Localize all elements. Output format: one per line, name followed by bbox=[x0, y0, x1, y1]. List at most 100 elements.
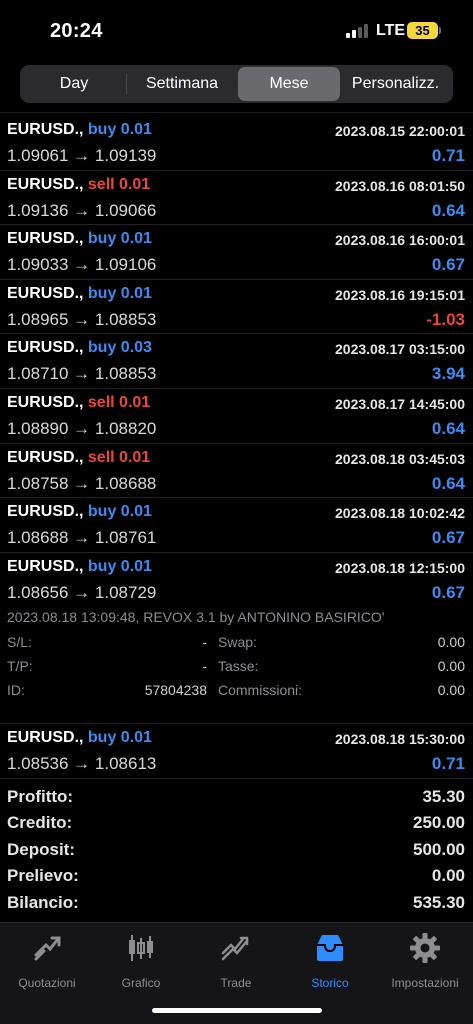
deal-type: buy 0.03 bbox=[87, 339, 152, 357]
deal-symbol: EURUSD., bbox=[7, 393, 84, 411]
deal-prices: 1.09061 → 1.09139 bbox=[7, 146, 157, 165]
deal-prices: 1.08965 → 1.08853 bbox=[7, 309, 157, 329]
deal-symbol: EURUSD., bbox=[7, 339, 84, 357]
tp-label: T/P: bbox=[7, 658, 33, 675]
profit-value: 35.30 bbox=[422, 787, 465, 806]
deal-row[interactable]: EURUSD., buy 0.01 2023.08.16 19:15:01 1.… bbox=[0, 280, 473, 335]
deal-comment: 2023.08.18 13:09:48, REVOX 3.1 by ANTONI… bbox=[7, 609, 385, 626]
deal-profit: 0.67 bbox=[431, 528, 465, 548]
deposit-value: 500.00 bbox=[413, 839, 465, 859]
deal-row[interactable]: EURUSD., buy 0.01 2023.08.18 10:02:42 1.… bbox=[0, 498, 473, 553]
deal-row[interactable]: EURUSD., buy 0.01 2023.08.15 22:00:01 1.… bbox=[0, 116, 473, 171]
deal-datetime: 2023.08.18 03:45:03 bbox=[335, 450, 465, 467]
tab-personalizzato[interactable]: Personalizz. bbox=[340, 67, 451, 101]
deal-datetime: 2023.08.15 22:00:01 bbox=[335, 123, 465, 139]
withdrawal-label: Prelievo: bbox=[7, 866, 79, 886]
tab-label: Trade bbox=[220, 976, 252, 990]
deal-row[interactable]: EURUSD., buy 0.03 2023.08.17 03:15:00 1.… bbox=[0, 334, 473, 389]
history-icon bbox=[317, 935, 343, 961]
deal-profit: 0.67 bbox=[431, 582, 465, 602]
deal-details: 2023.08.18 13:09:48, REVOX 3.1 by ANTONI… bbox=[0, 607, 473, 725]
deal-type: sell 0.01 bbox=[87, 448, 151, 466]
battery-tip bbox=[439, 27, 441, 34]
signal-icon bbox=[346, 24, 370, 38]
deal-prices: 1.09136 → 1.09066 bbox=[7, 200, 157, 220]
deals-list: EURUSD., buy 0.01 2023.08.15 22:00:01 1.… bbox=[0, 116, 473, 779]
deal-symbol: EURUSD., bbox=[7, 284, 84, 302]
home-indicator bbox=[152, 1008, 322, 1013]
deal-symbol: EURUSD., bbox=[7, 230, 84, 248]
summary-row: Profitto: 35.30 bbox=[0, 784, 473, 810]
deal-symbol: EURUSD., bbox=[7, 448, 84, 466]
sl-label: S/L: bbox=[7, 634, 32, 651]
deal-row[interactable]: EURUSD., buy 0.01 2023.08.18 15:30:00 1.… bbox=[0, 724, 473, 779]
swap-label: Swap: bbox=[218, 634, 257, 651]
credit-label: Credito: bbox=[7, 813, 73, 833]
deal-type: buy 0.01 bbox=[87, 503, 152, 521]
credit-value: 250.00 bbox=[413, 813, 465, 833]
deal-row[interactable]: EURUSD., sell 0.01 2023.08.16 08:01:50 1… bbox=[0, 171, 473, 226]
deal-symbol: EURUSD., bbox=[7, 729, 84, 747]
deal-row-expanded[interactable]: EURUSD., buy 0.01 2023.08.18 12:15:00 1.… bbox=[0, 553, 473, 608]
deal-type: buy 0.01 bbox=[87, 557, 152, 575]
deal-type: buy 0.01 bbox=[87, 230, 152, 248]
deal-datetime: 2023.08.16 08:01:50 bbox=[335, 177, 465, 194]
id-value: 57804238 bbox=[144, 682, 207, 699]
chart-icon bbox=[129, 935, 153, 961]
deal-profit: 0.64 bbox=[431, 200, 465, 220]
deal-type: sell 0.01 bbox=[87, 393, 151, 411]
trade-icon bbox=[221, 936, 249, 961]
deal-prices: 1.09033 → 1.09106 bbox=[7, 255, 157, 275]
clock: 20:24 bbox=[50, 20, 103, 42]
tab-impostazioni[interactable]: Impostazioni bbox=[378, 931, 472, 990]
deal-datetime: 2023.08.18 12:15:00 bbox=[335, 559, 465, 576]
tab-settimana[interactable]: Settimana bbox=[126, 67, 238, 101]
deal-profit: 3.94 bbox=[431, 364, 465, 384]
balance-label: Bilancio: bbox=[7, 892, 79, 912]
deal-row[interactable]: EURUSD., buy 0.01 2023.08.16 16:00:01 1.… bbox=[0, 225, 473, 280]
network-label: LTE bbox=[376, 22, 406, 39]
deal-profit: 0.64 bbox=[431, 418, 465, 438]
deal-symbol: EURUSD., bbox=[7, 175, 84, 193]
tab-mese[interactable]: Mese bbox=[238, 67, 340, 101]
withdrawal-value: 0.00 bbox=[431, 866, 465, 886]
profit-label: Profitto: bbox=[7, 787, 74, 806]
quotes-icon bbox=[34, 936, 61, 961]
deal-prices: 1.08758 → 1.08688 bbox=[7, 473, 157, 493]
settings-icon bbox=[410, 933, 440, 963]
tab-storico[interactable]: Storico bbox=[283, 931, 377, 990]
tasse-label: Tasse: bbox=[218, 658, 259, 675]
tab-trade[interactable]: Trade bbox=[189, 931, 283, 990]
deal-profit: 0.71 bbox=[431, 146, 465, 165]
deal-datetime: 2023.08.18 15:30:00 bbox=[335, 731, 465, 748]
deal-prices: 1.08710 → 1.08853 bbox=[7, 364, 157, 384]
id-label: ID: bbox=[7, 682, 25, 699]
divider bbox=[0, 112, 473, 113]
tasse-value: 0.00 bbox=[437, 658, 465, 675]
tab-day[interactable]: Day bbox=[22, 67, 126, 101]
summary-row: Prelievo: 0.00 bbox=[0, 863, 473, 889]
deal-prices: 1.08890 → 1.08820 bbox=[7, 418, 157, 438]
tab-label: Storico bbox=[311, 976, 349, 990]
tab-quotazioni[interactable]: Quotazioni bbox=[0, 931, 94, 990]
tab-grafico[interactable]: Grafico bbox=[94, 931, 188, 990]
deal-profit: -1.03 bbox=[426, 309, 465, 329]
swap-value: 0.00 bbox=[437, 634, 465, 651]
deal-type: buy 0.01 bbox=[87, 284, 152, 302]
deal-prices: 1.08536 → 1.08613 bbox=[7, 754, 157, 774]
deal-datetime: 2023.08.17 03:15:00 bbox=[335, 341, 465, 358]
deal-datetime: 2023.08.18 10:02:42 bbox=[335, 505, 465, 522]
deal-prices: 1.08688 → 1.08761 bbox=[7, 528, 157, 548]
commissioni-value: 0.00 bbox=[437, 682, 465, 699]
summary-row: Credito: 250.00 bbox=[0, 810, 473, 836]
balance-value: 535.30 bbox=[413, 892, 465, 912]
deal-row[interactable]: EURUSD., sell 0.01 2023.08.17 14:45:00 1… bbox=[0, 389, 473, 444]
deal-datetime: 2023.08.17 14:45:00 bbox=[335, 395, 465, 412]
status-bar: 20:24 LTE 35 bbox=[0, 0, 473, 60]
deal-type: sell 0.01 bbox=[87, 175, 151, 193]
tab-label: Grafico bbox=[121, 976, 161, 990]
summary-row: Deposit: 500.00 bbox=[0, 837, 473, 863]
deal-row[interactable]: EURUSD., sell 0.01 2023.08.18 03:45:03 1… bbox=[0, 444, 473, 499]
deal-symbol: EURUSD., bbox=[7, 121, 84, 138]
deal-profit: 0.67 bbox=[431, 255, 465, 275]
